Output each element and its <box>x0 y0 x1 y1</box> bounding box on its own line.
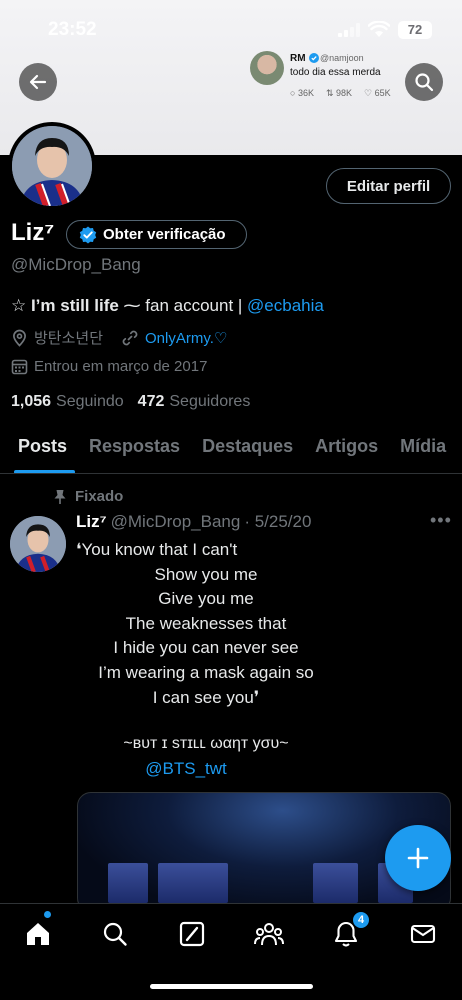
grok-icon <box>179 921 205 947</box>
home-icon <box>27 923 49 945</box>
signal-icon <box>338 23 360 37</box>
search-icon <box>103 922 127 946</box>
media-stage-screen <box>158 863 228 903</box>
home-indicator[interactable] <box>150 984 313 989</box>
banner-tweet-replies: ○ 36K <box>290 88 314 98</box>
edit-profile-button[interactable]: Editar perfil <box>326 168 451 204</box>
banner-tweet-avatar <box>250 51 284 85</box>
plus-icon <box>407 847 429 869</box>
media-stage-screen <box>108 863 148 903</box>
status-time: 23:52 <box>48 19 97 40</box>
follow-stats: 1,056 Seguindo 472 Seguidores <box>11 393 250 411</box>
bio-bold-text: ☆ I’m still life <box>11 296 119 315</box>
home-unread-dot <box>44 911 51 918</box>
verified-badge-icon <box>309 53 319 63</box>
tab-articles[interactable]: Artigos <box>304 424 389 473</box>
post-line: I can see you❜ <box>152 687 260 707</box>
calendar-icon <box>11 359 28 375</box>
post-date[interactable]: · 5/25/20 <box>244 512 311 532</box>
pinned-label: Fixado <box>75 488 124 505</box>
tab-replies[interactable]: Respostas <box>78 424 191 473</box>
banner-tweet-text: todo dia essa merda <box>290 67 381 78</box>
profile-display-name: Liz⁷ <box>11 219 55 246</box>
following-label[interactable]: Seguindo <box>56 393 124 411</box>
profile-joined-row: Entrou em março de 2017 <box>11 358 207 375</box>
post-author-handle[interactable]: @MicDrop_Bang <box>111 512 241 532</box>
nav-communities[interactable] <box>254 919 284 949</box>
post-tagline: ~ʙᴜᴛ ɪ sᴛɪʟʟ ωαηт уσυ~ <box>123 735 289 752</box>
get-verified-label: Obter verificação <box>103 226 226 243</box>
back-button[interactable] <box>19 63 57 101</box>
profile-tabs: Posts Respostas Destaques Artigos Mídia <box>0 424 462 474</box>
banner-tweet-handle: @namjoon <box>320 53 364 63</box>
followers-label[interactable]: Seguidores <box>169 393 250 411</box>
profile-avatar[interactable] <box>8 122 96 210</box>
post-line: Show you me <box>154 564 258 584</box>
banner-tweet-retweets: ⇅ 98K <box>325 88 353 98</box>
post-line: ❛You know that I can't <box>76 540 238 559</box>
followers-count[interactable]: 472 <box>138 393 165 411</box>
banner-tweet-likes: ♡ 65K <box>364 88 391 98</box>
profile-meta-row: 방탄소년단 OnlyArmy.♡ <box>11 327 227 348</box>
following-count[interactable]: 1,056 <box>11 393 51 411</box>
profile-joined-date: Entrou em março de 2017 <box>34 358 208 375</box>
post-line: I’m wearing a mask again so <box>98 662 314 682</box>
verified-badge-icon <box>79 226 97 243</box>
profile-bio: ☆ I’m still life ⁓ fan account | @ecbahi… <box>11 296 324 316</box>
pin-icon <box>54 489 66 504</box>
battery-indicator: 72 <box>398 21 432 39</box>
post-author-name[interactable]: Liz⁷ <box>76 512 107 532</box>
post-line: Give you me <box>158 589 254 609</box>
tab-posts[interactable]: Posts <box>0 424 78 473</box>
notification-badge: 4 <box>352 911 370 929</box>
location-pin-icon <box>13 329 26 347</box>
post-mention-link[interactable]: @BTS_twt <box>76 759 296 779</box>
nav-messages[interactable] <box>408 919 438 949</box>
tab-media[interactable]: Mídia <box>389 424 457 473</box>
nav-explore[interactable] <box>100 919 130 949</box>
nav-home[interactable] <box>23 919 53 949</box>
banner-tweet-stats: ○ 36K ⇅ 98K ♡ 65K <box>290 88 391 99</box>
post-header: Liz⁷ @MicDrop_Bang · 5/25/20 <box>76 512 311 532</box>
post-avatar[interactable] <box>10 516 66 572</box>
pinned-indicator: Fixado <box>53 488 123 505</box>
compose-button[interactable] <box>385 825 451 891</box>
nav-grok[interactable] <box>177 919 207 949</box>
avatar-image <box>12 126 92 206</box>
mail-icon <box>410 924 436 944</box>
banner-tweet-name: RM <box>290 53 306 64</box>
post-line: The weaknesses that <box>125 613 287 633</box>
post-text: ❛You know that I can't Show you me Give … <box>76 538 336 710</box>
bio-mention-link[interactable]: @ecbahia <box>247 296 324 315</box>
bio-text: ⁓ fan account | <box>118 296 248 315</box>
more-options-icon[interactable]: ••• <box>430 510 452 531</box>
communities-icon <box>254 923 284 946</box>
search-icon <box>415 73 434 92</box>
post-line: I hide you can never see <box>113 638 299 658</box>
profile-website-link[interactable]: OnlyArmy.♡ <box>145 329 227 347</box>
wifi-icon <box>368 21 390 37</box>
get-verified-button[interactable]: Obter verificação <box>66 220 247 249</box>
media-stage-screen <box>313 863 358 903</box>
profile-location: 방탄소년단 <box>34 330 104 347</box>
profile-handle: @MicDrop_Bang <box>11 255 141 274</box>
arrow-left-icon <box>29 74 47 90</box>
post-avatar-image <box>10 516 66 572</box>
link-icon <box>122 330 138 345</box>
search-button[interactable] <box>405 63 443 101</box>
tab-highlights[interactable]: Destaques <box>191 424 304 473</box>
